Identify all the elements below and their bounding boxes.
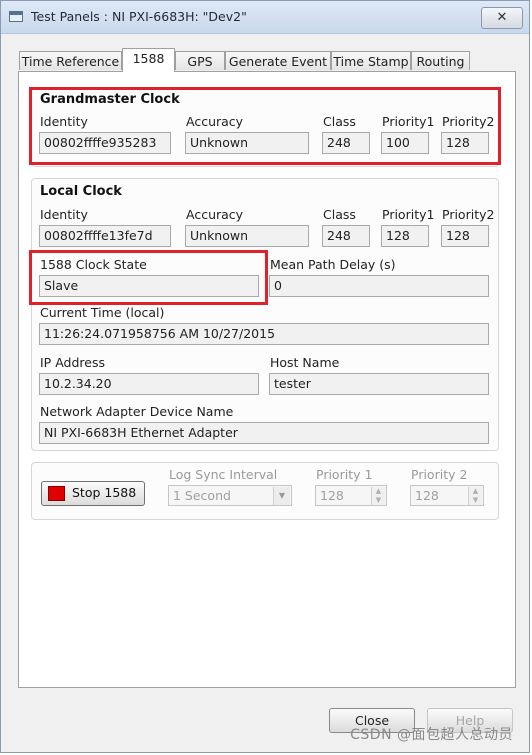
priority-2-stepper[interactable]: ▲ ▼	[468, 487, 482, 505]
local-priority2-field: 128	[441, 225, 489, 247]
log-sync-interval-select[interactable]: 1 Second ▼	[168, 485, 292, 506]
log-sync-interval-value: 1 Second	[173, 488, 231, 503]
local-identity-label: Identity	[40, 207, 88, 222]
test-panels-window: Test Panels : NI PXI-6683H: "Dev2" ✕ Tim…	[0, 0, 530, 753]
host-name-field: tester	[269, 373, 489, 395]
ip-address-field: 10.2.34.20	[39, 373, 259, 395]
local-priority2-label: Priority2	[442, 207, 495, 222]
priority-1-spinbox[interactable]: 128 ▲ ▼	[315, 485, 387, 506]
watermark-text: CSDN @面包超人总动员	[350, 727, 513, 743]
local-priority1-field: 128	[381, 225, 429, 247]
tab-gps[interactable]: GPS	[175, 51, 225, 70]
local-identity-field: 00802ffffe13fe7d	[39, 225, 171, 247]
priority-2-spinbox[interactable]: 128 ▲ ▼	[410, 485, 484, 506]
title-bar: Test Panels : NI PXI-6683H: "Dev2" ✕	[1, 1, 529, 34]
clock-state-highlight-box	[29, 250, 268, 305]
local-priority1-label: Priority1	[382, 207, 435, 222]
chevron-down-icon[interactable]: ▼	[273, 487, 290, 505]
window-title: Test Panels : NI PXI-6683H: "Dev2"	[31, 9, 247, 24]
current-time-label: Current Time (local)	[40, 305, 165, 320]
priority-1-stepper[interactable]: ▲ ▼	[371, 487, 385, 505]
mean-path-delay-label: Mean Path Delay (s)	[270, 257, 396, 272]
tab-routing[interactable]: Routing	[411, 51, 470, 70]
local-class-label: Class	[323, 207, 356, 222]
adapter-name-label: Network Adapter Device Name	[40, 404, 234, 419]
tab-1588[interactable]: 1588	[122, 48, 175, 72]
spin-down-icon[interactable]: ▼	[469, 496, 482, 505]
stop-1588-button[interactable]: Stop 1588	[41, 481, 145, 506]
ip-address-label: IP Address	[40, 355, 105, 370]
stop-indicator-icon	[48, 486, 65, 501]
local-clock-title: Local Clock	[40, 184, 122, 199]
priority-2-label: Priority 2	[411, 467, 468, 482]
stop-1588-label: Stop 1588	[72, 485, 137, 500]
priority-1-label: Priority 1	[316, 467, 373, 482]
tab-generate-event[interactable]: Generate Event	[225, 51, 331, 70]
priority-2-value: 128	[415, 488, 439, 503]
tab-time-stamp[interactable]: Time Stamp	[331, 51, 411, 70]
tab-time-reference[interactable]: Time Reference	[19, 51, 122, 70]
spin-up-icon[interactable]: ▲	[372, 487, 385, 496]
priority-1-value: 128	[320, 488, 344, 503]
spin-down-icon[interactable]: ▼	[372, 496, 385, 505]
log-sync-interval-label: Log Sync Interval	[169, 467, 278, 482]
host-name-label: Host Name	[270, 355, 340, 370]
current-time-field: 11:26:24.071958756 AM 10/27/2015	[39, 323, 489, 345]
window-close-button[interactable]: ✕	[481, 7, 523, 29]
adapter-name-field: NI PXI-6683H Ethernet Adapter	[39, 422, 489, 444]
local-class-field: 248	[322, 225, 370, 247]
local-accuracy-label: Accuracy	[186, 207, 244, 222]
window-icon	[9, 11, 23, 22]
local-accuracy-field: Unknown	[185, 225, 309, 247]
spin-up-icon[interactable]: ▲	[469, 487, 482, 496]
grandmaster-highlight-box	[29, 87, 501, 165]
mean-path-delay-field: 0	[269, 275, 489, 297]
